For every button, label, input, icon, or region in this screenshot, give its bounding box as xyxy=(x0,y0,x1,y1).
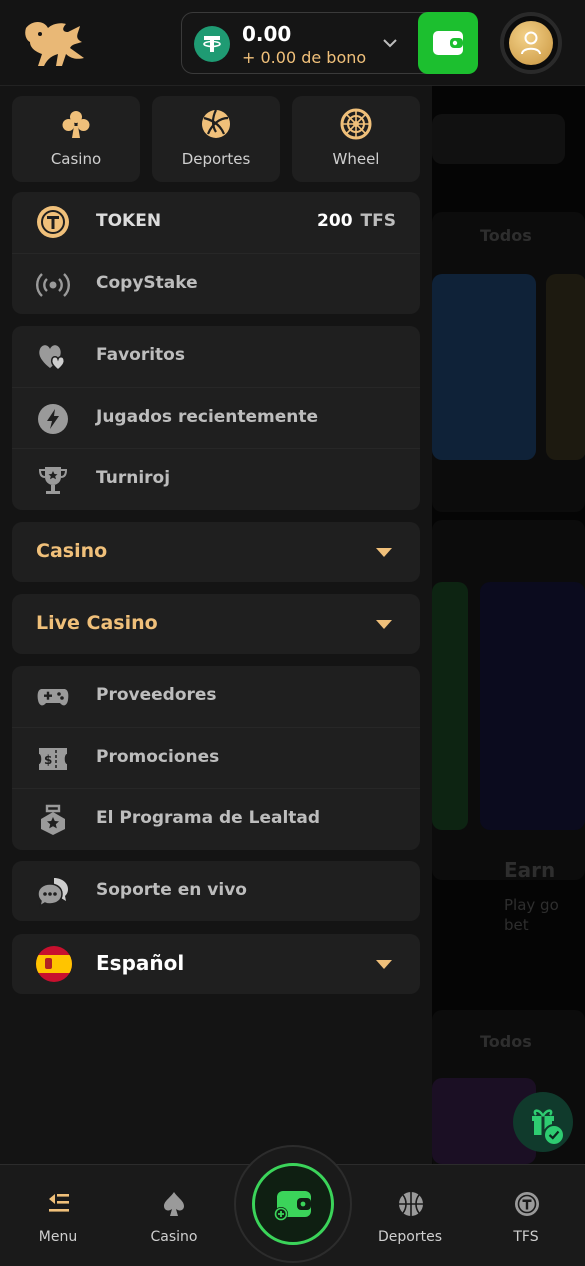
bg-bet-text: bet xyxy=(504,916,529,934)
nav-casino-label: Casino xyxy=(150,1229,198,1245)
balance-amount: 0.00 xyxy=(242,22,292,46)
copystake-row[interactable]: CopyStake xyxy=(12,253,420,314)
tile-casino[interactable]: Casino xyxy=(12,96,140,182)
token-card: TOKEN 200 TFS CopyStake xyxy=(12,192,420,314)
bg-promo-thumb xyxy=(432,582,468,830)
chevron-down-icon xyxy=(383,39,397,48)
tile-wheel[interactable]: Wheel xyxy=(292,96,420,182)
menu-collapse-icon xyxy=(49,1194,69,1212)
check-icon xyxy=(543,1124,565,1146)
lightning-icon xyxy=(38,404,68,434)
user-lists-card: Favoritos Jugados recientemente Turniroj xyxy=(12,326,420,510)
token-balance: 200 TFS xyxy=(317,211,396,231)
tile-label: Deportes xyxy=(181,150,251,168)
recientes-label: Jugados recientemente xyxy=(96,407,319,427)
token-label: TOKEN xyxy=(96,211,162,231)
bg-todos-label: Todos xyxy=(480,226,532,245)
bg-play-text: Play go xyxy=(504,896,559,914)
center-action-ring xyxy=(234,1145,352,1263)
user-icon xyxy=(509,21,553,65)
recientes-row[interactable]: Jugados recientemente xyxy=(12,387,420,448)
heart-icon xyxy=(39,345,66,371)
favoritos-label: Favoritos xyxy=(96,345,185,365)
bonus-text: + 0.00 de bono xyxy=(242,48,367,67)
broadcast-icon xyxy=(36,273,70,297)
caret-down-icon xyxy=(376,548,392,557)
nav-deportes[interactable]: Deportes xyxy=(360,1165,460,1266)
nav-menu[interactable]: Menu xyxy=(8,1165,108,1266)
bg-game-thumb xyxy=(432,274,536,460)
tile-label: Wheel xyxy=(332,150,380,168)
tfs-token-icon xyxy=(37,206,69,238)
volleyball-icon xyxy=(202,109,230,138)
token-value: 200 xyxy=(317,211,353,231)
bg-promo-thumb xyxy=(480,582,585,830)
category-tiles: Casino Deportes Wheel xyxy=(12,96,420,182)
background-content: Todos Earn Play go bet Todos xyxy=(432,86,585,1164)
live-casino-accordion[interactable]: Live Casino xyxy=(12,594,420,654)
turniroj-row[interactable]: Turniroj xyxy=(12,448,420,509)
basketball-icon xyxy=(399,1192,423,1216)
turniroj-label: Turniroj xyxy=(96,468,171,488)
clubs-icon xyxy=(62,111,90,138)
balance-selector[interactable]: 0.00 + 0.00 de bono xyxy=(181,12,478,74)
wallet-add-icon xyxy=(274,1191,311,1221)
soporte-row[interactable]: Soporte en vivo xyxy=(12,861,420,921)
casino-accordion-label: Casino xyxy=(36,540,108,562)
gamepad-icon xyxy=(37,689,69,706)
tether-icon xyxy=(194,26,230,62)
top-header: 0.00 + 0.00 de bono xyxy=(0,0,585,86)
bg-game-thumb xyxy=(546,274,585,460)
nav-casino[interactable]: Casino xyxy=(124,1165,224,1266)
ticket-icon: $ xyxy=(39,748,67,770)
deposit-wallet-button[interactable] xyxy=(252,1163,334,1245)
language-label: Español xyxy=(96,951,185,975)
lion-logo-icon xyxy=(25,22,84,66)
nav-menu-label: Menu xyxy=(38,1229,78,1245)
caret-down-icon xyxy=(376,960,392,969)
bottom-navigation: Menu Casino Deportes TFS xyxy=(0,1145,585,1266)
tfs-token-icon xyxy=(515,1192,539,1216)
svg-text:$: $ xyxy=(44,753,52,767)
nav-tfs[interactable]: TFS xyxy=(476,1165,576,1266)
gift-rewards-button[interactable] xyxy=(513,1092,573,1152)
spade-icon xyxy=(164,1192,184,1216)
proveedores-row[interactable]: Proveedores xyxy=(12,666,420,727)
lealtad-label: El Programa de Lealtad xyxy=(96,808,321,828)
bg-select xyxy=(432,114,565,164)
bg-todos-label: Todos xyxy=(480,1032,532,1051)
loyalty-badge-icon xyxy=(41,804,65,835)
info-links-card: Proveedores $ Promociones El Programa de… xyxy=(12,666,420,850)
lealtad-row[interactable]: El Programa de Lealtad xyxy=(12,788,420,849)
token-unit: TFS xyxy=(360,211,396,231)
profile-avatar-button[interactable] xyxy=(500,12,562,74)
language-selector[interactable]: Español xyxy=(12,934,420,994)
wallet-button[interactable] xyxy=(418,12,478,74)
wallet-icon xyxy=(433,31,463,55)
support-card: Soporte en vivo xyxy=(12,861,420,921)
casino-accordion[interactable]: Casino xyxy=(12,522,420,582)
token-row[interactable]: TOKEN 200 TFS xyxy=(12,192,420,253)
nav-deportes-label: Deportes xyxy=(378,1229,442,1245)
chat-bubbles-icon xyxy=(37,878,68,908)
wheel-icon xyxy=(340,108,372,140)
promociones-row[interactable]: $ Promociones xyxy=(12,727,420,788)
copystake-label: CopyStake xyxy=(96,273,198,293)
tile-deportes[interactable]: Deportes xyxy=(152,96,280,182)
proveedores-label: Proveedores xyxy=(96,685,217,705)
lion-logo[interactable] xyxy=(22,18,88,70)
bg-earn-label: Earn xyxy=(504,858,556,882)
side-menu: Casino Deportes Wheel TOKEN 200 TFS Copy… xyxy=(0,86,432,1164)
promociones-label: Promociones xyxy=(96,747,220,767)
spain-flag-icon xyxy=(36,946,72,982)
soporte-label: Soporte en vivo xyxy=(96,880,247,900)
nav-tfs-label: TFS xyxy=(513,1229,539,1245)
trophy-icon xyxy=(38,467,68,494)
tile-label: Casino xyxy=(50,150,102,168)
live-casino-accordion-label: Live Casino xyxy=(36,612,158,634)
favoritos-row[interactable]: Favoritos xyxy=(12,326,420,387)
caret-down-icon xyxy=(376,620,392,629)
